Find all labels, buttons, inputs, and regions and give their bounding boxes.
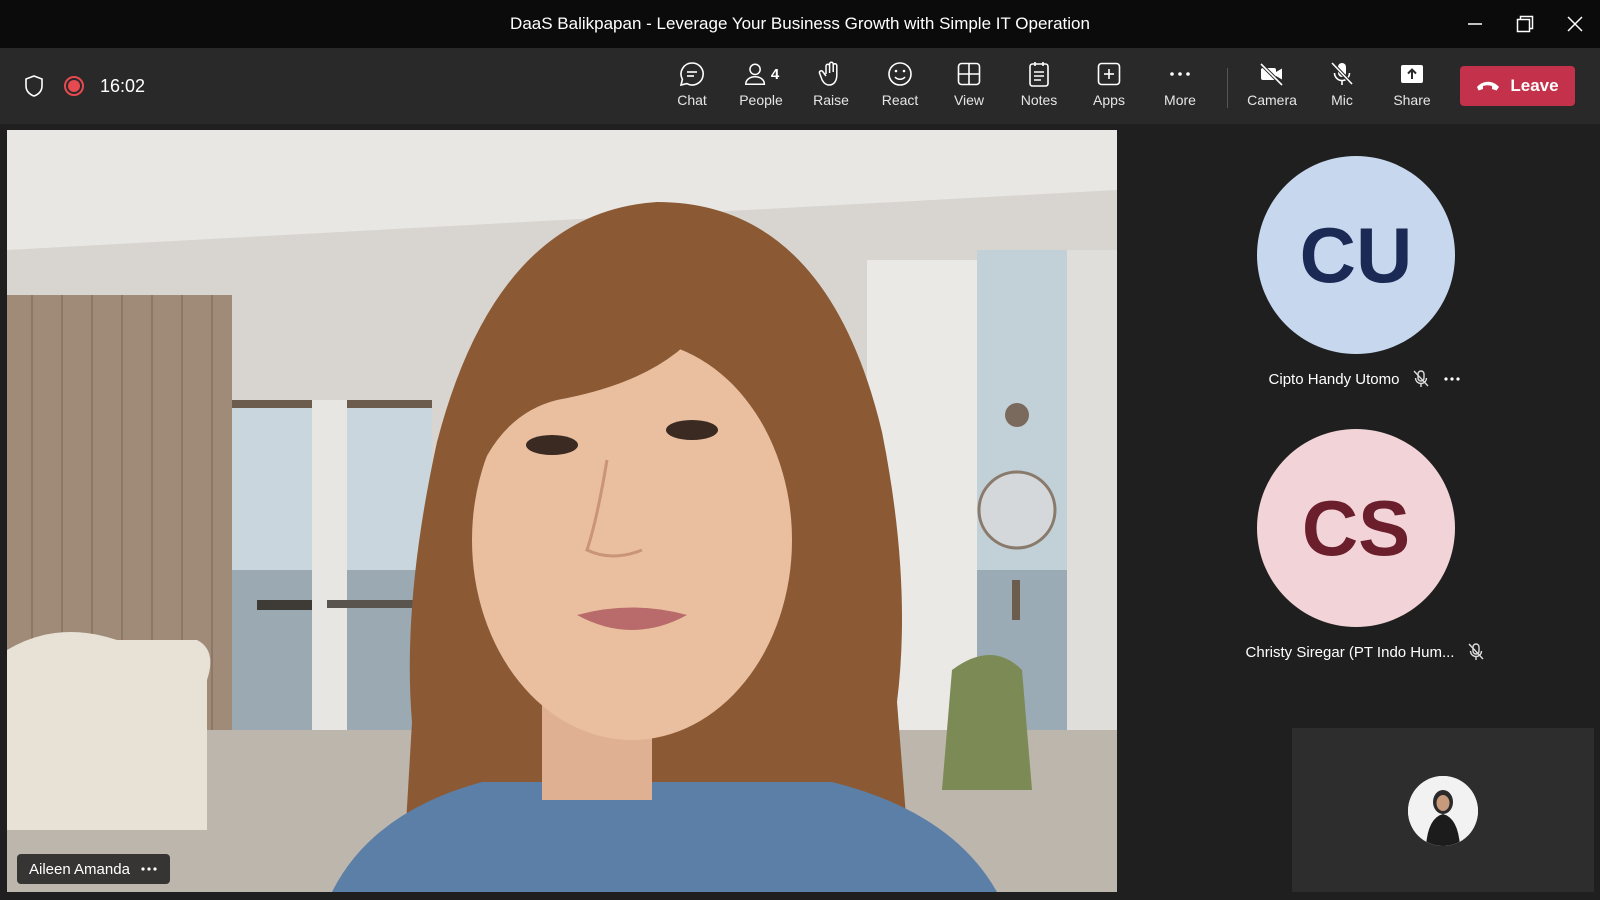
participant-tile[interactable]: CU Cipto Handy Utomo <box>1195 156 1535 406</box>
more-icon[interactable] <box>1443 376 1461 382</box>
apps-label: Apps <box>1093 92 1125 108</box>
more-icon[interactable] <box>140 866 158 872</box>
apps-button[interactable]: Apps <box>1077 60 1141 116</box>
smile-icon <box>888 62 912 86</box>
react-label: React <box>881 92 919 108</box>
chat-button[interactable]: Chat <box>660 60 724 116</box>
share-label: Share <box>1393 92 1431 108</box>
minimize-button[interactable] <box>1450 0 1500 48</box>
share-icon <box>1401 65 1423 83</box>
camera-button[interactable]: Camera <box>1240 60 1304 116</box>
share-button[interactable]: Share <box>1380 60 1444 116</box>
mic-off-icon <box>1468 643 1484 660</box>
leave-label: Leave <box>1510 76 1559 95</box>
chat-icon <box>679 62 704 87</box>
restore-button[interactable] <box>1500 0 1550 48</box>
people-icon <box>744 63 765 85</box>
self-avatar-image <box>1408 776 1478 846</box>
more-icon <box>1170 72 1190 76</box>
view-label: View <box>953 92 985 108</box>
participant-name: Christy Siregar (PT Indo Hum... <box>1245 643 1455 661</box>
camera-off-icon <box>1259 62 1284 87</box>
avatar: CU <box>1257 156 1455 354</box>
notes-label: Notes <box>1020 92 1058 108</box>
raise-hand-button[interactable]: Raise <box>799 60 863 116</box>
close-button[interactable] <box>1550 0 1600 48</box>
recording-indicator <box>64 76 84 96</box>
camera-label: Camera <box>1247 92 1297 108</box>
participant-name-row: Cipto Handy Utomo <box>1195 370 1535 388</box>
main-participant-name: Aileen Amanda <box>29 860 130 878</box>
grid-icon <box>957 62 981 86</box>
raise-hand-icon <box>818 61 838 86</box>
react-button[interactable]: React <box>868 60 932 116</box>
people-count-badge: 4 <box>770 65 780 83</box>
avatar <box>1408 776 1478 846</box>
notes-button[interactable]: Notes <box>1007 60 1071 116</box>
shield-icon[interactable] <box>24 75 44 102</box>
people-label: People <box>739 92 783 108</box>
self-view-tile[interactable] <box>1292 728 1594 892</box>
meeting-toolbar: 16:02 Chat 4 People Raise React View Not… <box>0 48 1600 124</box>
more-label: More <box>1164 92 1196 108</box>
participant-tile[interactable]: CS Christy Siregar (PT Indo Hum... <box>1195 429 1535 679</box>
meeting-timer: 16:02 <box>100 76 146 96</box>
close-icon <box>1567 16 1583 32</box>
meeting-stage: Aileen Amanda CU Cipto Handy Utomo CS Ch… <box>0 124 1600 900</box>
more-button[interactable]: More <box>1148 60 1212 116</box>
title-bar: DaaS Balikpapan - Leverage Your Business… <box>0 0 1600 48</box>
people-button[interactable]: 4 People <box>729 60 793 116</box>
mic-off-icon <box>1413 370 1429 387</box>
speaker-video-image <box>7 130 1117 892</box>
main-video-tile[interactable]: Aileen Amanda <box>7 130 1117 892</box>
avatar-initials: CU <box>1299 210 1413 299</box>
view-button[interactable]: View <box>937 60 1001 116</box>
avatar: CS <box>1257 429 1455 627</box>
participant-name-row: Christy Siregar (PT Indo Hum... <box>1195 643 1535 661</box>
phone-hangup-icon <box>1477 81 1500 91</box>
plus-square-icon <box>1097 62 1121 86</box>
participant-name-chip[interactable]: Aileen Amanda <box>17 854 170 884</box>
window-title: DaaS Balikpapan - Leverage Your Business… <box>510 14 1090 33</box>
raise-label: Raise <box>813 92 849 108</box>
participant-name: Cipto Handy Utomo <box>1268 370 1400 388</box>
mic-label: Mic <box>1331 92 1353 108</box>
leave-button[interactable]: Leave <box>1460 66 1575 106</box>
toolbar-divider <box>1227 68 1228 108</box>
notes-icon <box>1029 62 1049 87</box>
mic-button[interactable]: Mic <box>1310 60 1374 116</box>
mic-off-icon <box>1330 61 1354 86</box>
minimize-icon <box>1468 23 1482 25</box>
avatar-initials: CS <box>1301 483 1411 572</box>
restore-icon <box>1516 15 1534 33</box>
chat-label: Chat <box>677 92 707 108</box>
